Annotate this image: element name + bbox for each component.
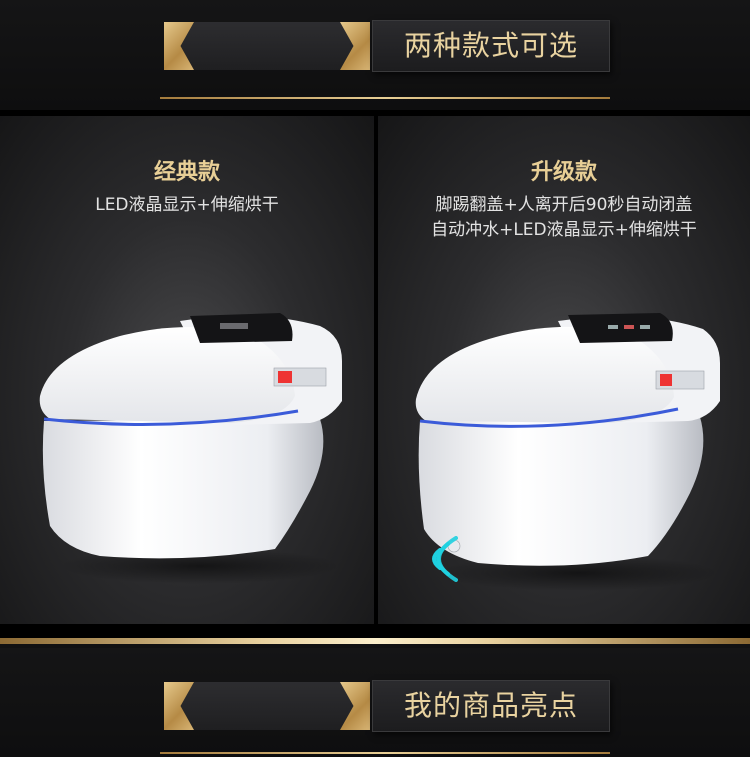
gold-divider — [160, 97, 610, 99]
classic-model-title: 经典款 — [153, 160, 220, 185]
section-title: 我的商品亮点 — [403, 689, 578, 722]
banner-dark-block — [164, 682, 370, 730]
classic-model-panel: 经典款 LED液晶显示+伸缩烘干 — [0, 116, 374, 624]
upgrade-model-features-line2: 自动冲水+LED液晶显示+伸缩烘干 — [431, 220, 697, 240]
upgrade-model-panel: 升级款 脚踢翻盖+人离开后90秒自动闭盖 自动冲水+LED液晶显示+伸缩烘干 — [378, 116, 750, 624]
gold-separator-bar — [0, 638, 750, 644]
upgrade-model-title: 升级款 — [530, 160, 597, 185]
sensor-wave-icon — [432, 536, 458, 582]
section-banner-highlights: 我的商品亮点 — [160, 680, 610, 732]
gold-divider — [160, 752, 610, 754]
section-title: 两种款式可选 — [403, 29, 578, 62]
classic-toilet-image — [39, 313, 342, 584]
section-banner-styles: 两种款式可选 — [160, 20, 610, 72]
upgrade-model-features-line1: 脚踢翻盖+人离开后90秒自动闭盖 — [435, 195, 693, 215]
product-comparison: 经典款 LED液晶显示+伸缩烘干 升级款 脚踢翻盖+人离开后90秒自动闭盖 自动… — [0, 110, 750, 638]
banner-dark-block — [164, 22, 370, 70]
classic-model-features: LED液晶显示+伸缩烘干 — [95, 195, 279, 215]
